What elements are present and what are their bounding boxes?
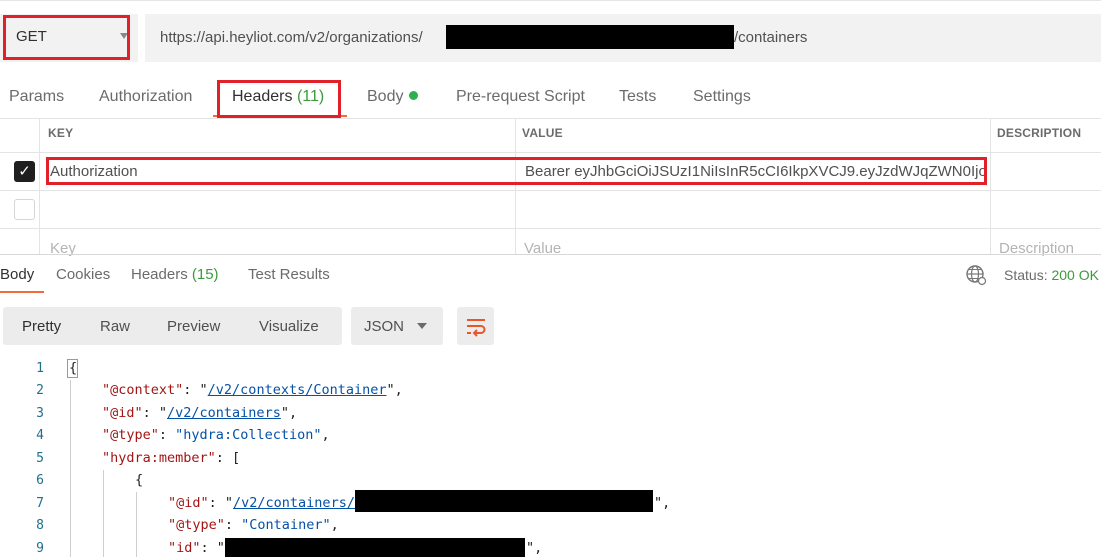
row-enabled-checkbox[interactable]: ✓ (14, 161, 35, 182)
tab-body[interactable]: Body (367, 88, 419, 106)
indent-guide (136, 492, 137, 557)
indent-guide (103, 470, 104, 557)
format-label: JSON (364, 318, 405, 335)
line-number: 2 (36, 383, 44, 398)
tab-body-label: Body (367, 88, 404, 105)
globe-icon[interactable] (965, 264, 987, 286)
response-divider (0, 254, 1101, 255)
response-tab-headers[interactable]: Headers (15) (131, 266, 219, 283)
row-empty-checkbox[interactable] (14, 199, 35, 220)
column-divider (515, 118, 516, 254)
wrap-lines-icon (467, 319, 486, 337)
indent-guide (70, 380, 71, 557)
line-number: 7 (36, 496, 44, 511)
line-number: 6 (36, 473, 44, 488)
json-key: "@id" (168, 495, 209, 511)
json-link[interactable]: /v2/containers/ (233, 495, 355, 511)
line-number: 5 (36, 451, 44, 466)
line-number: 4 (36, 428, 44, 443)
body-indicator-dot (409, 91, 419, 100)
code-line-6: { (135, 472, 144, 488)
json-key: "hydra:member" (102, 450, 216, 466)
response-status: Status: 200 OK (1004, 267, 1099, 283)
code-line-7: "@id": "/v2/containers/ (168, 495, 355, 511)
json-key: "@id" (102, 405, 143, 421)
chevron-down-icon (417, 323, 427, 329)
column-header-value: VALUE (522, 126, 563, 140)
url-suffix: /containers (734, 29, 808, 46)
response-active-tab-indicator (0, 291, 44, 293)
view-raw-button[interactable]: Raw (100, 318, 130, 335)
json-key: "@type" (102, 427, 159, 443)
json-string: "Container" (241, 517, 331, 533)
id-redaction (355, 490, 653, 512)
code-line-9: "id": " (168, 540, 225, 556)
url-prefix: https://api.heyliot.com/v2/organizations… (160, 29, 423, 46)
tab-prerequest-script[interactable]: Pre-request Script (456, 88, 585, 106)
response-tab-headers-label: Headers (131, 266, 188, 283)
column-header-key: KEY (48, 126, 74, 140)
json-key: "@type" (168, 517, 225, 533)
json-link[interactable]: /v2/contexts/Container (208, 382, 387, 398)
authorization-row-highlight (46, 157, 987, 185)
json-punct: : [ (215, 450, 241, 466)
code-line-9-end: ", (526, 540, 543, 556)
response-tab-headers-count: (15) (191, 266, 219, 283)
tab-settings[interactable]: Settings (693, 88, 751, 106)
response-tab-body[interactable]: Body (0, 266, 34, 283)
view-visualize-button[interactable]: Visualize (259, 318, 319, 335)
status-value: 200 OK (1051, 267, 1099, 283)
view-pretty-button[interactable]: Pretty (22, 318, 61, 335)
view-preview-button[interactable]: Preview (167, 318, 220, 335)
row-divider (0, 190, 1101, 191)
url-redaction (446, 25, 734, 49)
code-line-1: { (69, 360, 78, 376)
line-number: 3 (36, 406, 44, 421)
row-divider (0, 228, 1101, 229)
line-number: 1 (36, 361, 44, 376)
tab-tests[interactable]: Tests (619, 88, 656, 106)
json-key: "id" (168, 540, 201, 556)
code-line-3: "@id": "/v2/containers", (102, 405, 298, 421)
id-redaction (225, 538, 525, 557)
tab-params[interactable]: Params (9, 88, 64, 106)
column-divider (990, 118, 991, 254)
method-highlight (3, 15, 130, 60)
code-line-7-end: ", (654, 495, 671, 511)
code-line-8: "@type": "Container", (168, 517, 339, 533)
line-number: 9 (36, 541, 44, 556)
column-header-description: DESCRIPTION (997, 126, 1082, 140)
code-line-4: "@type": "hydra:Collection", (102, 427, 330, 443)
column-divider (39, 118, 40, 254)
tab-authorization[interactable]: Authorization (99, 88, 192, 106)
headers-tab-highlight (217, 80, 341, 118)
code-line-2: "@context": "/v2/contexts/Container", (102, 382, 403, 398)
line-number: 8 (36, 518, 44, 533)
response-tab-test-results[interactable]: Test Results (248, 266, 330, 283)
top-divider (0, 0, 1101, 1)
json-string: "hydra:Collection" (175, 427, 322, 443)
table-top-border (0, 118, 1101, 119)
status-label: Status: (1004, 267, 1048, 283)
json-key: "@context" (102, 382, 184, 398)
table-header-border (0, 152, 1101, 153)
check-icon: ✓ (18, 163, 31, 180)
json-link[interactable]: /v2/containers (167, 405, 281, 421)
code-line-5: "hydra:member": [ (102, 450, 240, 466)
response-tab-cookies[interactable]: Cookies (56, 266, 110, 283)
